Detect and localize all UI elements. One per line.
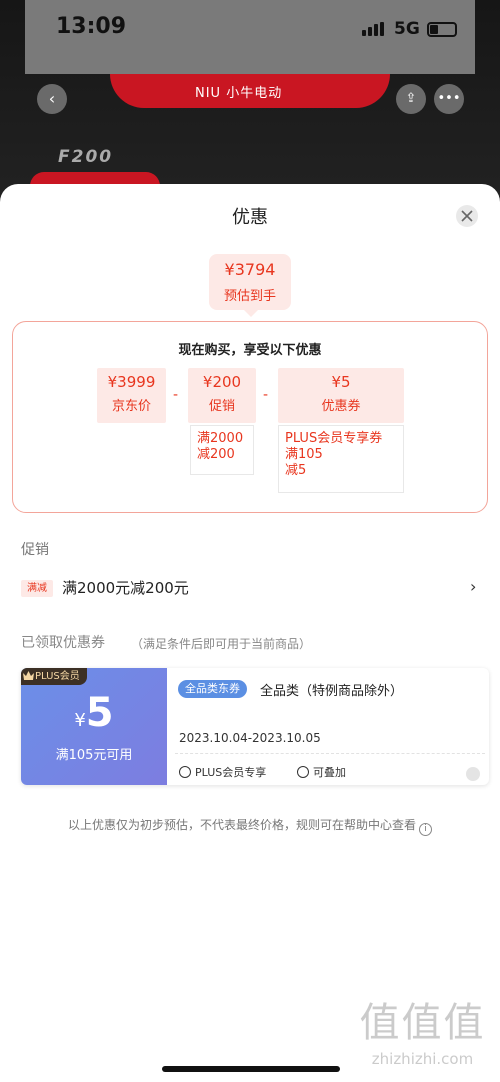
coupon-plus-tag: PLUS会员专享 (179, 764, 266, 780)
promo-label: 促销 (208, 399, 235, 414)
promo-detail-line: 减200 (197, 447, 235, 462)
breakdown-title: 现在购买，享受以下优惠 (178, 343, 322, 358)
disclaimer: 以上优惠仅为初步预估，不代表最终价格，规则可在帮助中心查看 i (0, 816, 500, 836)
signal-icon (362, 22, 384, 36)
coupon-value: ¥5 (331, 373, 351, 391)
coupon-detail-line: PLUS会员专享券 (285, 431, 383, 446)
coupon-value-panel: PLUS会员 ¥5 满105元可用 (21, 668, 167, 785)
estimated-price-badge: ¥3794 预估到手 (209, 254, 291, 310)
coupon-stack-label: 可叠加 (313, 766, 346, 779)
jd-price-chip: ¥3999 京东价 (97, 368, 166, 423)
promo-detail-line: 满2000 (197, 431, 244, 446)
product-page-background: 13:09 5G NIU 小牛电动 ‹ ⇪ ••• F200 (0, 0, 500, 200)
close-button[interactable] (456, 205, 478, 227)
watermark: 值值值 zhizhizhi.com (350, 990, 495, 1068)
plus-badge: PLUS会员 (21, 668, 87, 685)
promo-detail: 满2000 减200 (190, 425, 254, 475)
coupon-condition: 满105元可用 (55, 748, 133, 763)
watermark-logo: 值值值 (359, 1000, 486, 1046)
coupon-detail-line: 满105 (285, 447, 323, 462)
coupons-note: （满足条件后即可用于当前商品） (131, 637, 312, 651)
stack-icon (297, 766, 309, 778)
price-breakdown: 现在购买，享受以下优惠 ¥3999 京东价 - ¥200 促销 - ¥5 优惠券… (12, 321, 488, 513)
close-icon (461, 210, 473, 222)
plus-badge-label: PLUS会员 (35, 671, 80, 682)
crown-icon (23, 671, 34, 680)
jd-price-value: ¥3999 (107, 373, 156, 391)
battery-icon (427, 22, 457, 37)
coupon-label: 优惠券 (321, 399, 361, 414)
coupon-detail: PLUS会员专享券 满105 减5 (278, 425, 404, 493)
coupon-chip: ¥5 优惠券 (278, 368, 404, 423)
sheet-title: 优惠 (232, 207, 268, 228)
info-icon[interactable]: i (419, 823, 432, 836)
network-label: 5G (394, 19, 420, 39)
badge-pointer (244, 310, 258, 317)
crown-icon (179, 766, 191, 778)
coupon-amount: ¥5 (21, 690, 167, 736)
promotion-text: 满2000元减200元 (62, 579, 189, 597)
home-indicator[interactable] (162, 1066, 340, 1072)
coupon-type-badge: 全品类东券 (178, 680, 247, 698)
discount-sheet: 优惠 ¥3794 预估到手 现在购买，享受以下优惠 ¥3999 京东价 - ¥2… (0, 184, 500, 1082)
coupon-plus-label: PLUS会员专享 (195, 766, 267, 779)
coupons-title: 已领取优惠券 (21, 635, 105, 651)
brand-logo: NIU 小牛电动 (195, 86, 283, 101)
coupon-card[interactable]: PLUS会员 ¥5 满105元可用 全品类东券 全品类（特例商品除外） 2023… (21, 668, 489, 785)
watermark-url: zhizhizhi.com (371, 1050, 474, 1068)
coupon-divider (175, 753, 485, 754)
jd-price-label: 京东价 (111, 399, 151, 414)
coupon-name: 全品类（特例商品除外） (260, 684, 404, 699)
back-icon[interactable]: ‹ (37, 84, 67, 114)
minus-sign: - (263, 387, 269, 403)
coupon-detail-line: 减5 (285, 463, 307, 478)
chevron-right-icon: › (470, 577, 477, 596)
promotion-tag: 满减 (21, 580, 53, 597)
minus-sign: - (173, 387, 179, 403)
promo-value: ¥200 (202, 373, 242, 391)
status-time: 13:09 (56, 14, 127, 39)
coupon-date: 2023.10.04-2023.10.05 (179, 731, 321, 745)
coupon-stack-tag: 可叠加 (297, 764, 346, 780)
model-label: F200 (58, 147, 114, 167)
promotions-title: 促销 (21, 542, 49, 558)
disclaimer-text: 以上优惠仅为初步预估，不代表最终价格，规则可在帮助中心查看 (67, 818, 416, 832)
estimated-price-label: 预估到手 (223, 289, 276, 304)
share-icon[interactable]: ⇪ (396, 84, 426, 114)
estimated-price: ¥3794 (224, 260, 276, 279)
promo-chip: ¥200 促销 (188, 368, 256, 423)
more-icon[interactable]: ••• (434, 84, 464, 114)
coupon-amount-value: 5 (85, 690, 114, 736)
coupon-currency: ¥ (74, 710, 86, 731)
expand-icon[interactable] (466, 767, 480, 781)
